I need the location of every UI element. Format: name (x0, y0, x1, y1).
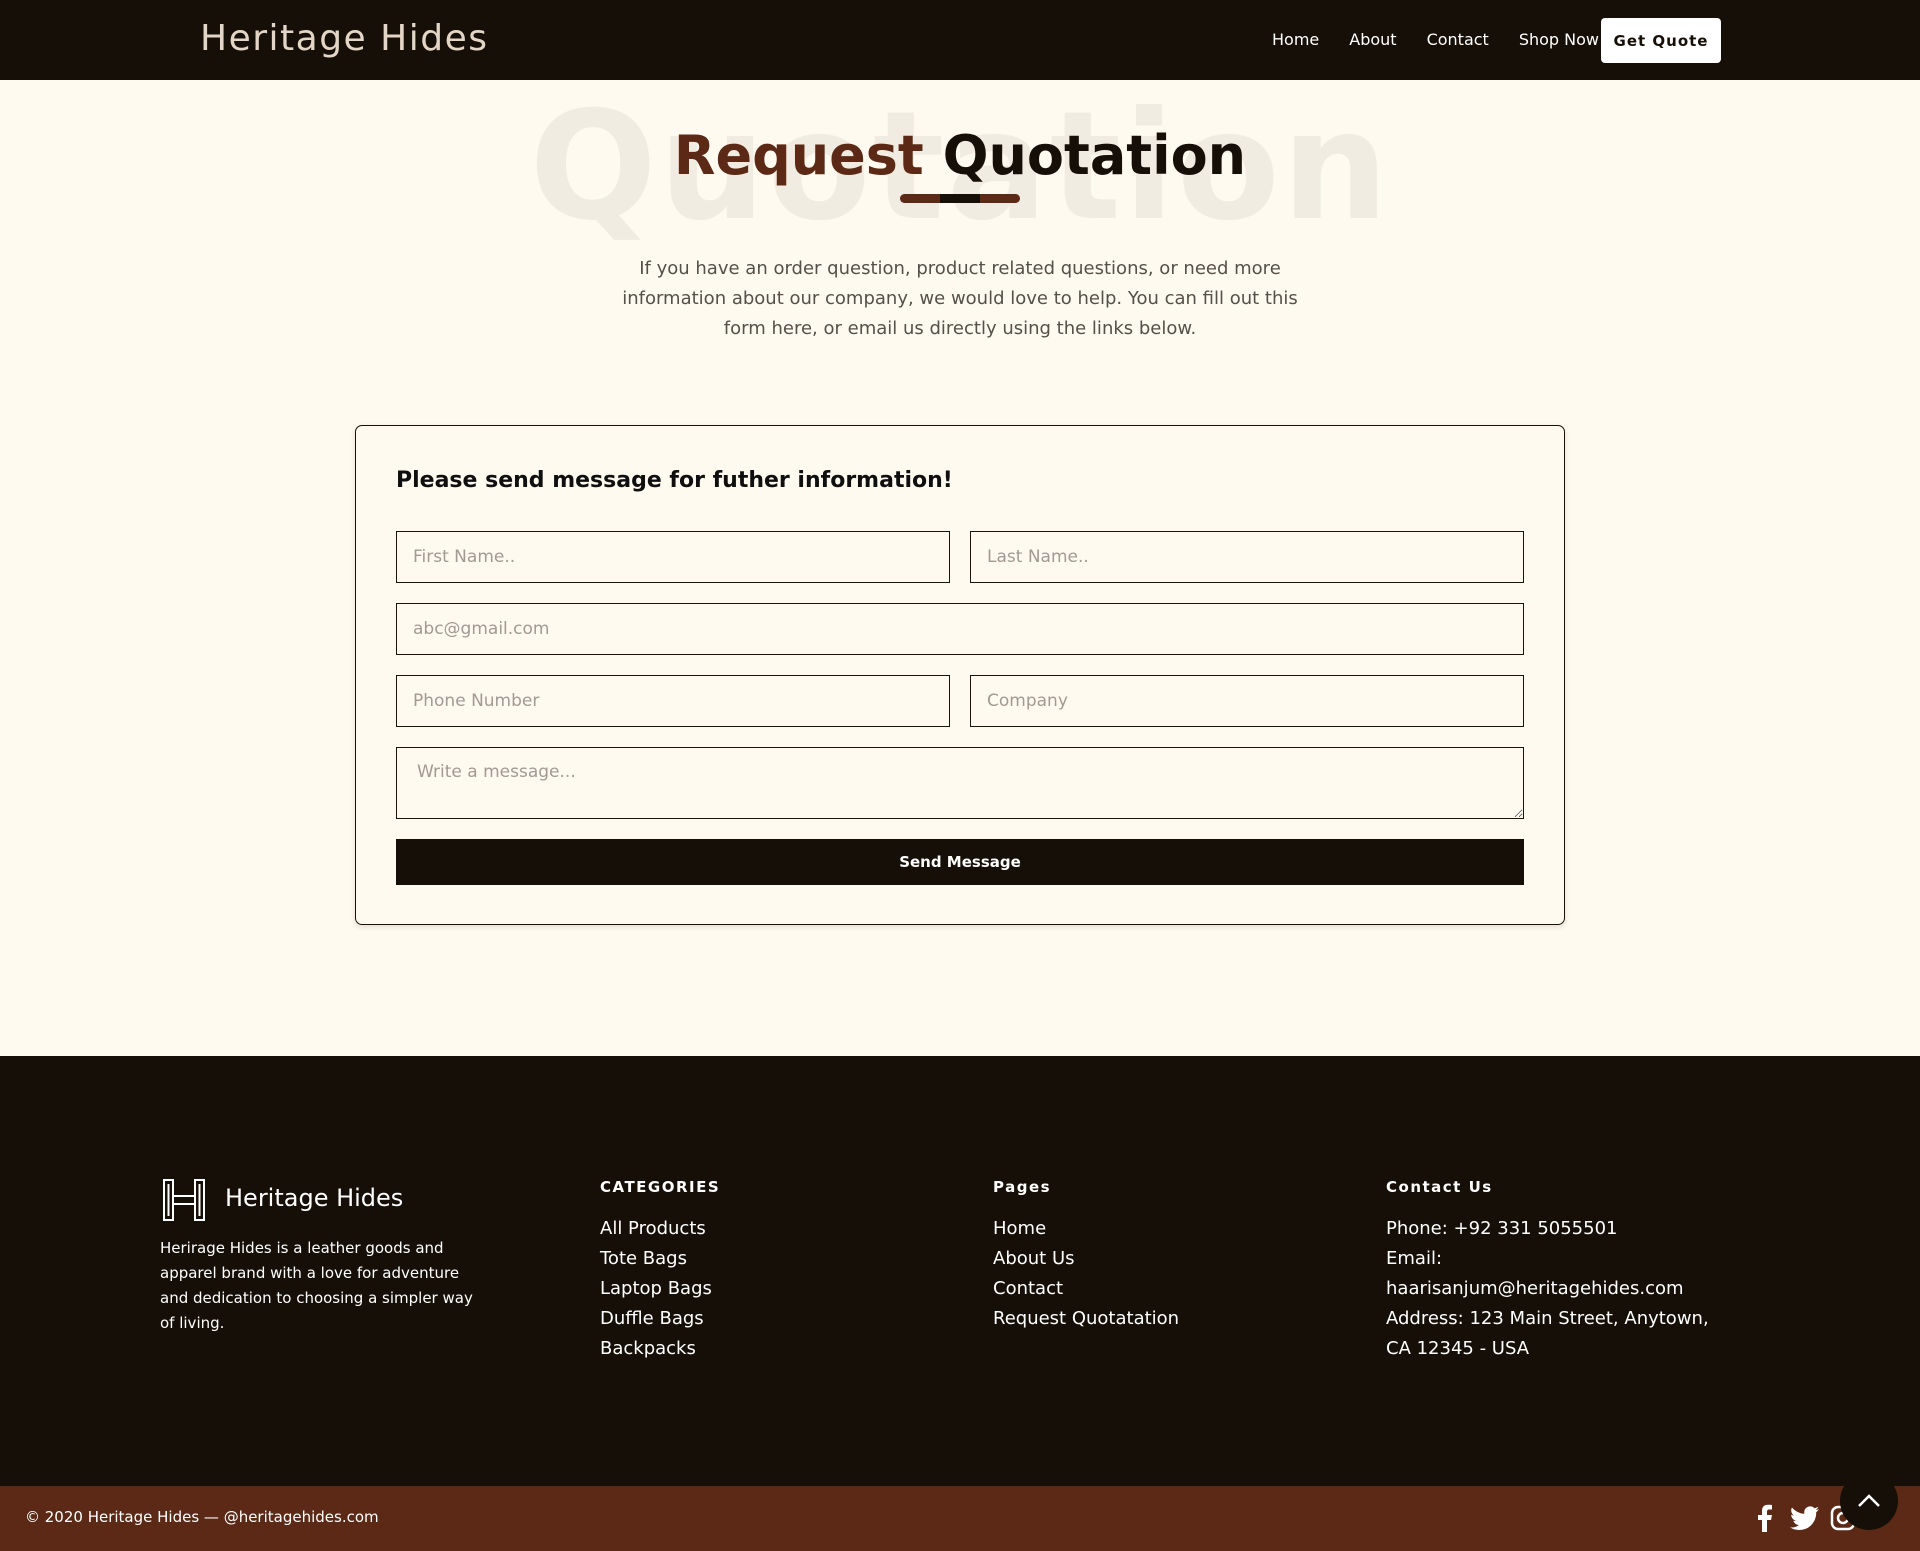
footer-link-backpacks[interactable]: Backpacks (600, 1334, 720, 1364)
site-footer: Heritage Hides Herirage Hides is a leath… (0, 1056, 1920, 1486)
footer-contact: Contact Us Phone: +92 331 5055501 Email:… (1386, 1178, 1726, 1364)
footer-link-laptop-bags[interactable]: Laptop Bags (600, 1274, 720, 1304)
last-name-input[interactable] (970, 531, 1524, 583)
footer-phone: Phone: +92 331 5055501 (1386, 1218, 1618, 1239)
phone-input[interactable] (396, 675, 950, 727)
footer-link-request-quotation[interactable]: Request Quotatation (993, 1304, 1179, 1334)
page-title-part-1: Request (673, 124, 924, 187)
footer-link-contact[interactable]: Contact (993, 1274, 1179, 1304)
footer-about-text: Herirage Hides is a leather goods and ap… (160, 1239, 473, 1332)
page-title: Request Quotation (0, 126, 1920, 185)
footer-link-about-us[interactable]: About Us (993, 1244, 1179, 1274)
intro-text: If you have an order question, product r… (622, 258, 1298, 339)
quotation-form-card: Please send message for futher informati… (355, 425, 1565, 925)
footer-link-all-products[interactable]: All Products (600, 1214, 720, 1244)
main-nav: Home About Contact Shop Now (1272, 30, 1599, 49)
nav-home[interactable]: Home (1272, 30, 1319, 49)
title-underline-decoration (900, 194, 1020, 203)
nav-contact[interactable]: Contact (1427, 30, 1489, 49)
get-quote-button[interactable]: Get Quote (1601, 18, 1721, 63)
page-title-part-2: Quotation (942, 124, 1247, 187)
first-name-input[interactable] (396, 531, 950, 583)
site-header: Heritage Hides Home About Contact Shop N… (0, 0, 1920, 80)
footer-link-duffle-bags[interactable]: Duffle Bags (600, 1304, 720, 1334)
footer-categories: CATEGORIES All Products Tote Bags Laptop… (600, 1178, 720, 1364)
footer-contact-heading: Contact Us (1386, 1178, 1493, 1196)
footer-brand: Heritage Hides (225, 1184, 404, 1212)
bottom-bar: © 2020 Heritage Hides — @heritagehides.c… (0, 1486, 1920, 1551)
nav-shop-now[interactable]: Shop Now (1519, 30, 1599, 49)
footer-categories-heading: CATEGORIES (600, 1178, 721, 1196)
facebook-icon[interactable] (1754, 1504, 1776, 1532)
nav-about[interactable]: About (1349, 30, 1396, 49)
footer-address: Address: 123 Main Street, Anytown, CA 12… (1386, 1308, 1709, 1359)
message-textarea[interactable] (396, 747, 1524, 819)
footer-link-tote-bags[interactable]: Tote Bags (600, 1244, 720, 1274)
form-heading: Please send message for futher informati… (396, 468, 953, 493)
footer-email[interactable]: Email: haarisanjum@heritagehides.com (1386, 1244, 1726, 1304)
footer-link-home[interactable]: Home (993, 1214, 1179, 1244)
footer-pages-heading: Pages (993, 1178, 1052, 1196)
twitter-icon[interactable] (1790, 1506, 1820, 1530)
chevron-up-icon (1858, 1494, 1880, 1507)
back-to-top-button[interactable] (1840, 1472, 1898, 1530)
heritage-h-logo-icon (163, 1179, 205, 1221)
send-message-button[interactable]: Send Message (396, 839, 1524, 885)
footer-pages: Pages Home About Us Contact Request Quot… (993, 1178, 1179, 1334)
email-input[interactable] (396, 603, 1524, 655)
company-input[interactable] (970, 675, 1524, 727)
site-logo[interactable]: Heritage Hides (200, 18, 488, 59)
copyright-text: © 2020 Heritage Hides — @heritagehides.c… (25, 1508, 379, 1526)
